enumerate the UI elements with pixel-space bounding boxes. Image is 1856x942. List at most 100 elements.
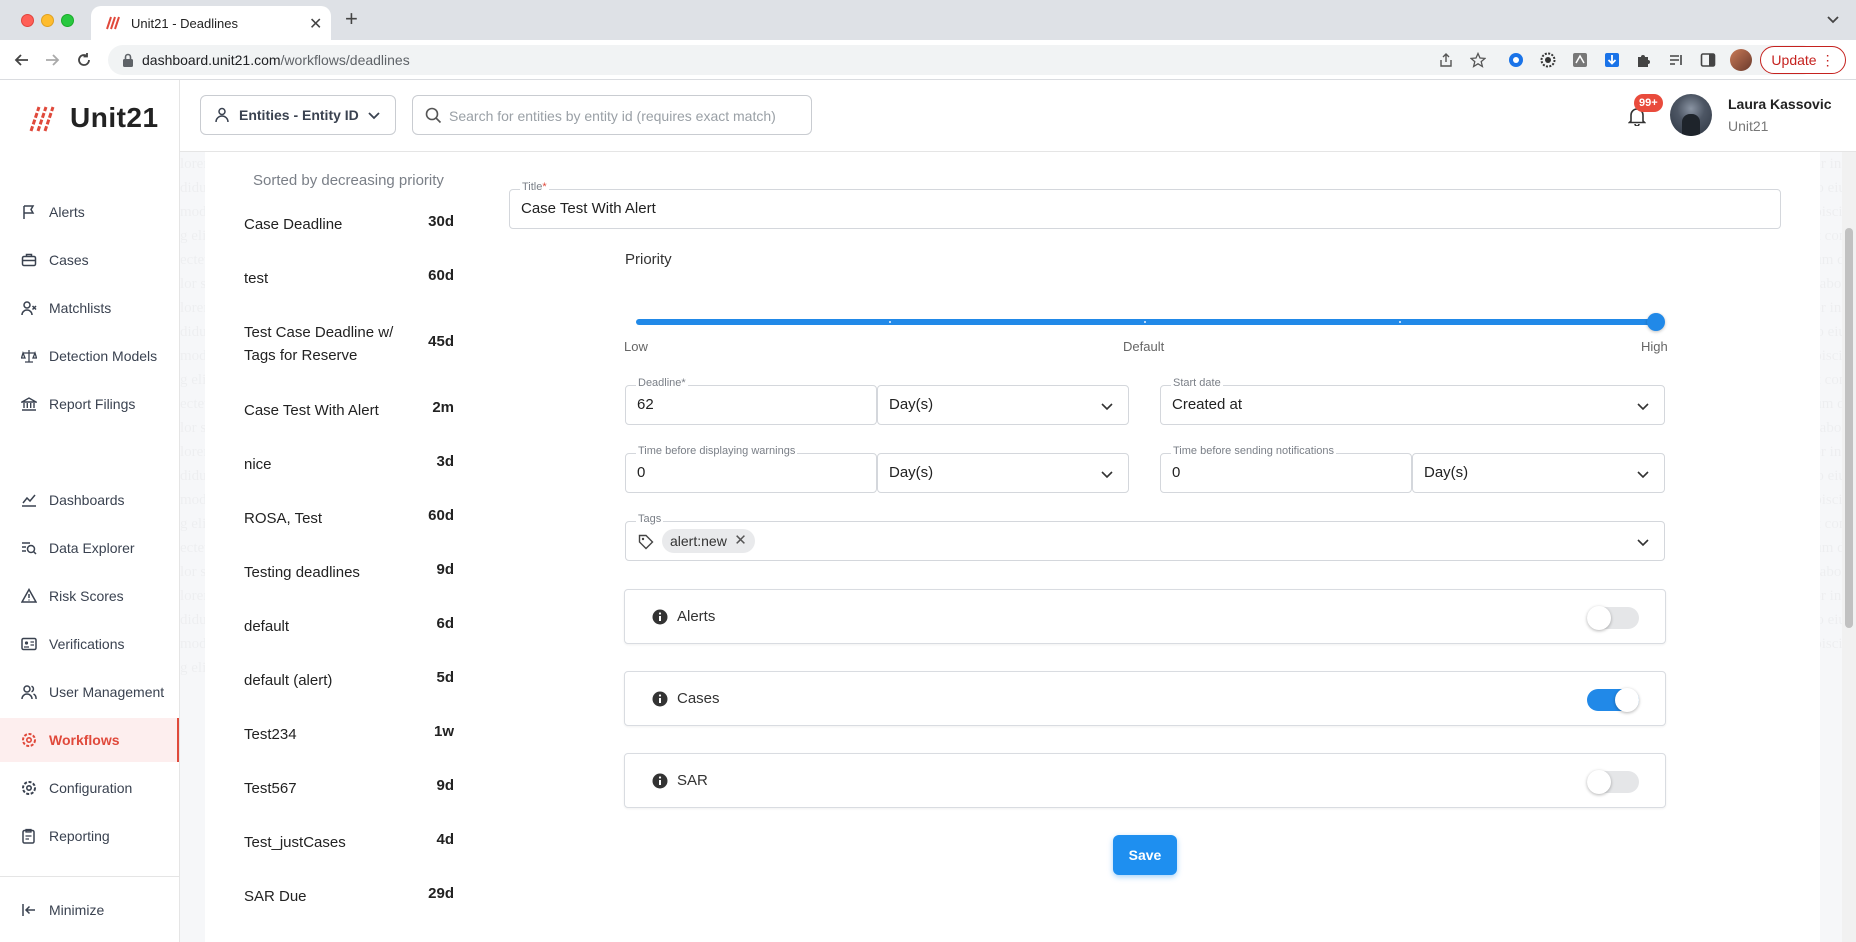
collapse-arrow-icon <box>20 902 37 919</box>
page-scrollbar[interactable] <box>1842 152 1856 942</box>
info-icon <box>652 609 668 625</box>
deadline-list-item[interactable]: ROSA, Test 60d <box>244 507 454 530</box>
sidebar-item-dashboards[interactable]: Dashboards <box>0 478 179 522</box>
deadline-unit-select[interactable]: Day(s) <box>877 385 1129 425</box>
back-arrow-icon[interactable] <box>12 50 32 70</box>
address-bar[interactable]: dashboard.unit21.com/workflows/deadlines <box>108 45 1816 75</box>
title-field[interactable]: Title* Case Test With Alert <box>509 181 1781 229</box>
clipboard-icon <box>20 828 37 845</box>
notifications-time-label: Time before sending notifications <box>1171 445 1337 457</box>
priority-label: Priority <box>625 251 672 268</box>
priority-low-label: Low <box>624 339 648 354</box>
deadline-list-item[interactable]: Test_justCases 4d <box>244 831 454 854</box>
deadline-list-item[interactable]: Case Test With Alert 2m <box>244 399 454 422</box>
gear-icon <box>20 780 37 797</box>
info-icon <box>652 773 668 789</box>
window-close-button[interactable] <box>21 14 34 27</box>
password-manager-icon[interactable] <box>1508 52 1524 68</box>
deadline-list-item[interactable]: test 60d <box>244 267 454 290</box>
sidebar-item-verifications[interactable]: Verifications <box>0 622 179 666</box>
unit21-logo[interactable]: Unit21 <box>28 102 159 134</box>
browser-tab[interactable]: Unit21 - Deadlines ✕ <box>91 6 331 40</box>
priority-default-label: Default <box>1123 339 1165 354</box>
deadline-list-item[interactable]: Test234 1w <box>244 723 454 746</box>
cases-toggle-switch[interactable] <box>1587 688 1639 712</box>
download-icon[interactable] <box>1604 52 1620 68</box>
sidebar-minimize-button[interactable]: Minimize <box>0 888 179 932</box>
deadline-list-caption: Sorted by decreasing priority <box>253 172 444 189</box>
entity-search-input[interactable] <box>449 104 799 128</box>
forward-arrow-icon[interactable] <box>42 50 62 70</box>
sidebar-item-matchlists[interactable]: Matchlists <box>0 286 179 330</box>
priority-slider-track[interactable] <box>636 319 1656 325</box>
remove-tag-icon[interactable]: ✕ <box>734 529 747 553</box>
bookmark-star-icon[interactable] <box>1470 52 1486 68</box>
extension-box-icon[interactable] <box>1572 52 1588 68</box>
user-avatar[interactable] <box>1670 94 1712 136</box>
deadline-list-item[interactable]: nice 3d <box>244 453 454 476</box>
deadline-list-item[interactable]: Testing deadlines 9d <box>244 561 454 584</box>
bank-icon <box>20 396 37 413</box>
browser-update-button[interactable]: Update ⋮ <box>1760 46 1846 74</box>
tags-select[interactable]: Tags <box>625 513 1665 561</box>
extension-gear-icon[interactable] <box>1540 52 1556 68</box>
data-search-icon <box>20 540 37 557</box>
warnings-unit-select[interactable]: Day(s) <box>877 453 1129 493</box>
warning-icon <box>20 588 37 605</box>
new-tab-button[interactable]: + <box>345 8 358 30</box>
sar-toggle-switch[interactable] <box>1587 770 1639 794</box>
tag-chip[interactable]: alert:new ✕ <box>662 529 755 553</box>
alerts-toggle-switch[interactable] <box>1587 606 1639 630</box>
tab-close-icon[interactable]: ✕ <box>309 14 322 34</box>
sidebar-item-reporting[interactable]: Reporting <box>0 814 179 858</box>
side-panel-icon[interactable] <box>1700 52 1716 68</box>
deadline-list-item[interactable]: default (alert) 5d <box>244 669 454 692</box>
sidebar-item-configuration[interactable]: Configuration <box>0 766 179 810</box>
window-zoom-button[interactable] <box>61 14 74 27</box>
chevron-down-icon <box>1637 403 1649 411</box>
cases-toggle-card: Cases <box>624 671 1666 726</box>
sidebar-item-alerts[interactable]: Alerts <box>0 190 179 234</box>
notifications-time-input[interactable]: Time before sending notifications 0 <box>1160 445 1412 493</box>
reading-list-icon[interactable] <box>1668 52 1684 68</box>
chart-line-icon <box>20 492 37 509</box>
chevron-down-icon <box>1101 471 1113 479</box>
sidebar-item-user-management[interactable]: User Management <box>0 670 179 714</box>
deadline-list-item[interactable]: Test567 9d <box>244 777 454 800</box>
notification-badge[interactable]: 99+ <box>1634 94 1663 112</box>
deadline-list-item[interactable]: default 6d <box>244 615 454 638</box>
sidebar-item-risk-scores[interactable]: Risk Scores <box>0 574 179 618</box>
url-text: dashboard.unit21.com/workflows/deadlines <box>142 52 410 68</box>
browser-profile-avatar[interactable] <box>1730 49 1752 71</box>
deadline-input[interactable]: Deadline* 62 <box>625 377 877 425</box>
window-minimize-button[interactable] <box>41 14 54 27</box>
user-icon <box>215 107 229 123</box>
sidebar-item-data-explorer[interactable]: Data Explorer <box>0 526 179 570</box>
switch-knob <box>1587 770 1611 794</box>
priority-slider-thumb[interactable] <box>1647 313 1665 331</box>
save-button[interactable]: Save <box>1113 835 1177 875</box>
notifications-unit-select[interactable]: Day(s) <box>1412 453 1665 493</box>
lock-icon <box>123 53 133 67</box>
browser-tab-strip: Unit21 - Deadlines ✕ + <box>0 0 1856 40</box>
reload-icon[interactable] <box>74 50 94 70</box>
start-date-select[interactable]: Start date Created at <box>1160 377 1665 425</box>
users-icon <box>20 684 37 701</box>
entity-type-select[interactable]: Entities - Entity ID <box>200 95 396 135</box>
notifications-time-value: 0 <box>1172 464 1181 481</box>
tab-search-chevron-icon[interactable] <box>1826 12 1840 26</box>
deadline-list-item[interactable]: Case Deadline 30d <box>244 213 454 236</box>
deadline-list-item[interactable]: SAR Due 29d <box>244 885 454 908</box>
deadline-list-item[interactable]: Test Case Deadline w/ Tags for Reserve 45… <box>244 321 454 367</box>
warnings-time-input[interactable]: Time before displaying warnings 0 <box>625 445 877 493</box>
sidebar-item-report-filings[interactable]: Report Filings <box>0 382 179 426</box>
sidebar-item-detection-models[interactable]: Detection Models <box>0 334 179 378</box>
extensions-puzzle-icon[interactable] <box>1636 52 1652 68</box>
chevron-down-icon <box>1101 403 1113 411</box>
sidebar-item-cases[interactable]: Cases <box>0 238 179 282</box>
sidebar-item-workflows[interactable]: Workflows <box>0 718 179 762</box>
slider-tick <box>1144 321 1146 323</box>
scrollbar-thumb[interactable] <box>1845 228 1853 628</box>
share-icon[interactable] <box>1438 52 1454 68</box>
user-name[interactable]: Laura Kassovic <box>1728 96 1832 112</box>
